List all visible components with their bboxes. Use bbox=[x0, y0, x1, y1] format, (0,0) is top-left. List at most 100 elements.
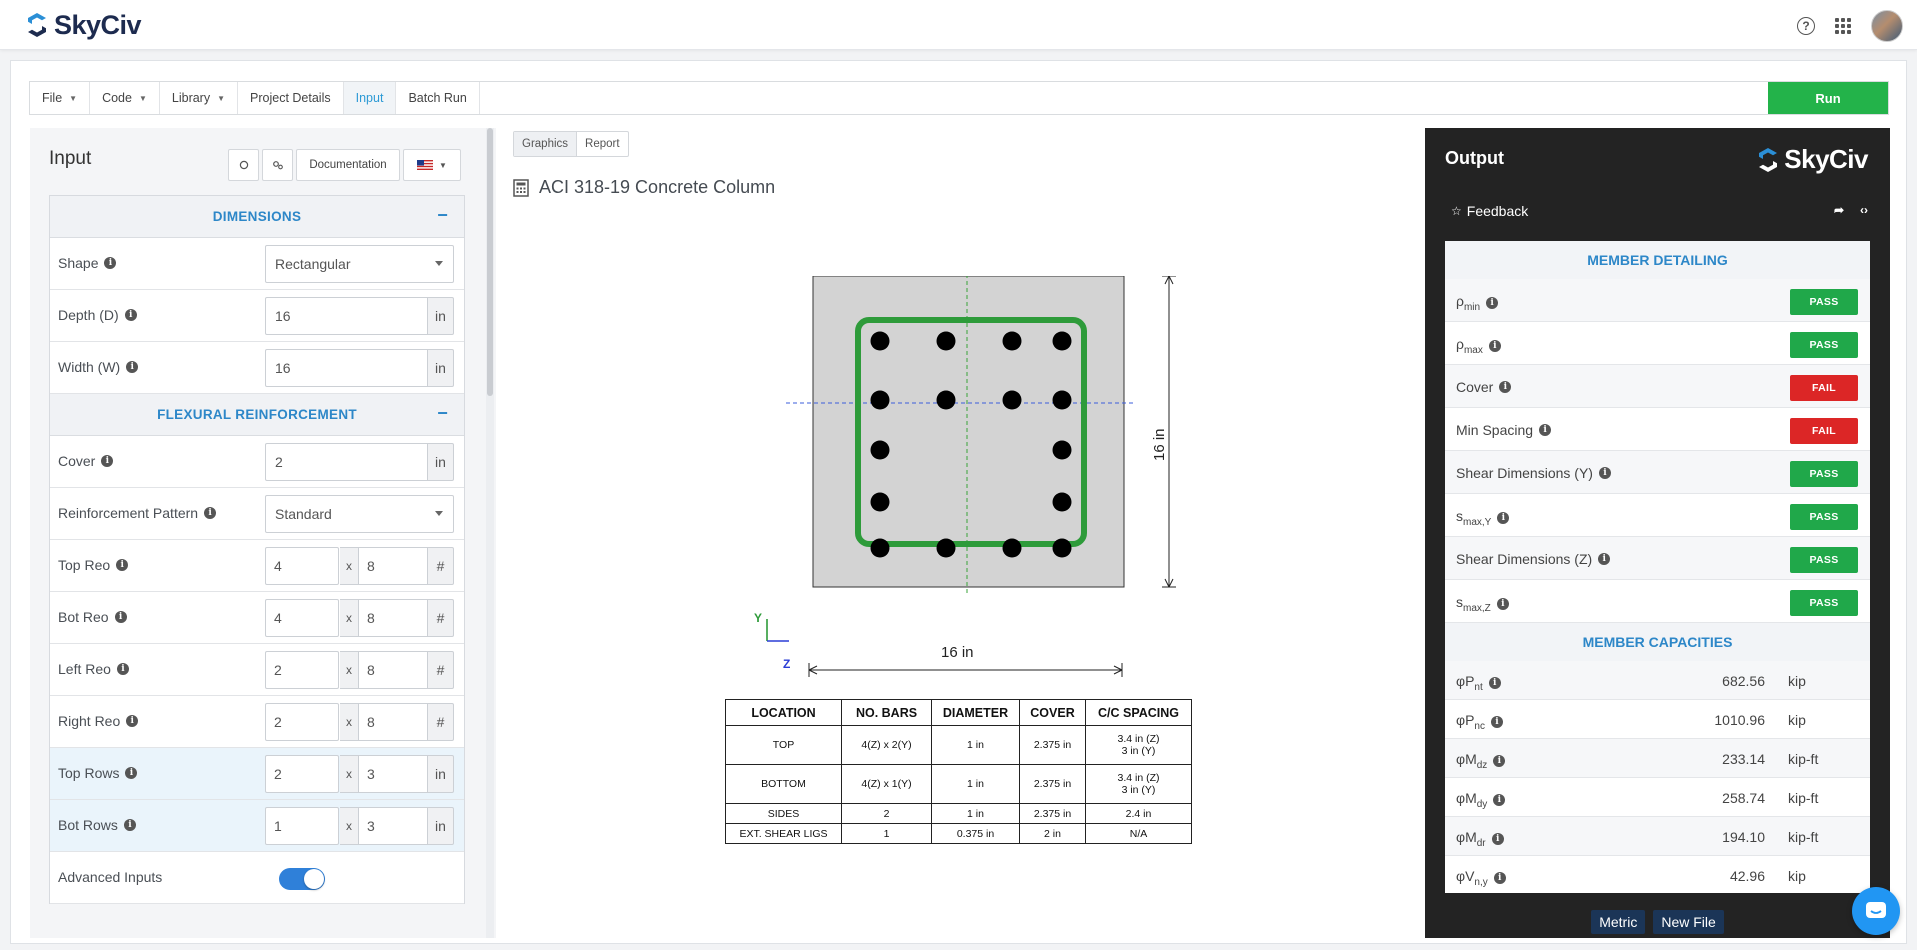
documentation-button[interactable]: Documentation bbox=[296, 149, 400, 181]
info-icon[interactable]: i bbox=[1491, 832, 1504, 845]
info-icon[interactable]: i bbox=[1486, 296, 1499, 309]
menu-label: Library bbox=[171, 91, 211, 105]
units-flag-dropdown[interactable]: ▼ bbox=[403, 149, 461, 181]
cover-input[interactable]: 2 bbox=[265, 443, 428, 481]
output-logo-text: SkyCiv bbox=[1784, 144, 1868, 174]
info-icon[interactable]: i bbox=[104, 257, 117, 269]
check-symbol: ρ bbox=[1456, 293, 1464, 309]
share-icon[interactable]: ➦ bbox=[1834, 203, 1844, 217]
info-icon[interactable]: i bbox=[1493, 871, 1506, 884]
depth-input[interactable]: 16 bbox=[265, 297, 428, 335]
info-icon[interactable]: i bbox=[1499, 381, 1512, 393]
status-badge[interactable]: PASS bbox=[1790, 547, 1858, 573]
cell: 4(Z) x 2(Y) bbox=[841, 725, 932, 765]
info-icon[interactable]: i bbox=[1496, 597, 1509, 610]
top-reo-size-input[interactable]: 8 bbox=[358, 547, 428, 585]
bot-reo-size-input[interactable]: 8 bbox=[358, 599, 428, 637]
info-icon[interactable]: i bbox=[125, 767, 138, 779]
info-icon[interactable]: i bbox=[114, 611, 127, 623]
scroll-thumb[interactable] bbox=[487, 128, 493, 396]
apps-grid-icon[interactable] bbox=[1835, 18, 1851, 34]
info-icon[interactable]: i bbox=[1488, 676, 1501, 689]
info-icon[interactable]: i bbox=[126, 361, 139, 373]
info-icon[interactable]: i bbox=[126, 715, 139, 727]
bot-reo-count-input[interactable]: 4 bbox=[265, 599, 339, 637]
info-icon[interactable]: i bbox=[1493, 754, 1506, 767]
cell: 0.375 in bbox=[931, 823, 1020, 844]
skyciv-logo[interactable]: SkyCiv bbox=[26, 10, 142, 40]
check-label-text: smax,Y bbox=[1456, 508, 1491, 528]
info-icon[interactable]: i bbox=[1493, 793, 1506, 806]
collapse-icon[interactable]: − bbox=[437, 403, 448, 424]
left-reo-size-input[interactable]: 8 bbox=[358, 651, 428, 689]
status-badge[interactable]: PASS bbox=[1790, 332, 1858, 358]
capacity-label: φMdy i bbox=[1456, 790, 1506, 810]
status-badge[interactable]: PASS bbox=[1790, 461, 1858, 487]
info-icon[interactable]: i bbox=[101, 455, 114, 467]
info-icon[interactable]: i bbox=[1490, 715, 1503, 728]
run-button[interactable]: Run bbox=[1768, 82, 1888, 114]
menu-file[interactable]: File ▼ bbox=[30, 82, 91, 114]
cover-row: Cover i 2 in bbox=[50, 436, 464, 488]
status-badge[interactable]: PASS bbox=[1790, 590, 1858, 616]
code-icon[interactable]: ‹› bbox=[1860, 203, 1868, 217]
collapse-icon[interactable]: − bbox=[437, 205, 448, 226]
menu-code[interactable]: Code ▼ bbox=[90, 82, 160, 114]
info-icon[interactable]: i bbox=[123, 819, 136, 831]
status-badge[interactable]: PASS bbox=[1790, 504, 1858, 530]
capacity-symbol-wrap: φMdr bbox=[1456, 829, 1486, 849]
status-badge[interactable]: FAIL bbox=[1790, 375, 1858, 401]
section-dimensions[interactable]: DIMENSIONS − bbox=[50, 196, 464, 238]
bot-rows-spacing-input[interactable]: 3 bbox=[358, 807, 428, 845]
menu-input[interactable]: Input bbox=[343, 82, 397, 114]
shape-select[interactable]: Rectangular bbox=[265, 245, 454, 283]
bot-rows-count-input[interactable]: 1 bbox=[265, 807, 339, 845]
reset-button[interactable] bbox=[228, 149, 259, 181]
pattern-select[interactable]: Standard bbox=[265, 495, 454, 533]
left-reo-count-input[interactable]: 2 bbox=[265, 651, 339, 689]
help-icon[interactable]: ? bbox=[1797, 17, 1815, 35]
tab-graphics[interactable]: Graphics bbox=[514, 132, 578, 156]
cell: 2.375 in bbox=[1019, 803, 1086, 824]
info-icon[interactable]: i bbox=[1598, 553, 1611, 565]
menu-project-details[interactable]: Project Details bbox=[238, 82, 344, 114]
settings-button[interactable] bbox=[262, 149, 293, 181]
menu-bar: File ▼ Code ▼ Library ▼ Project Details Inp… bbox=[29, 81, 1889, 115]
capacity-label: φMdr i bbox=[1456, 829, 1504, 849]
top-reo-count-input[interactable]: 4 bbox=[265, 547, 339, 585]
input-header: Input Documentation ▼ bbox=[30, 128, 496, 190]
width-input[interactable]: 16 bbox=[265, 349, 428, 387]
cell: TOP bbox=[725, 725, 842, 765]
view-tabs: Graphics Report bbox=[513, 131, 629, 157]
info-icon[interactable]: i bbox=[1497, 511, 1510, 524]
times-symbol: x bbox=[340, 547, 358, 585]
menu-library[interactable]: Library ▼ bbox=[160, 82, 239, 114]
info-icon[interactable]: i bbox=[1488, 339, 1501, 352]
input-scrollbar[interactable] bbox=[486, 128, 494, 938]
new-file-button[interactable]: New File bbox=[1653, 910, 1724, 934]
cell: 4(Z) x 1(Y) bbox=[841, 764, 932, 804]
top-rows-count-input[interactable]: 2 bbox=[265, 755, 339, 793]
info-icon[interactable]: i bbox=[204, 507, 217, 519]
info-icon[interactable]: i bbox=[116, 663, 129, 675]
right-reo-size-input[interactable]: 8 bbox=[358, 703, 428, 741]
tab-report[interactable]: Report bbox=[577, 132, 628, 156]
chat-button[interactable] bbox=[1852, 887, 1900, 935]
top-rows-spacing-input[interactable]: 3 bbox=[358, 755, 428, 793]
advanced-inputs-toggle[interactable] bbox=[279, 868, 325, 890]
check-subscript: max,Z bbox=[1463, 602, 1491, 614]
info-icon[interactable]: i bbox=[116, 559, 129, 571]
info-icon[interactable]: i bbox=[124, 309, 137, 321]
status-badge[interactable]: PASS bbox=[1790, 289, 1858, 315]
menu-batch-run[interactable]: Batch Run bbox=[396, 82, 480, 114]
check-label: Shear Dimensions (Z) i bbox=[1456, 551, 1611, 567]
info-icon[interactable]: i bbox=[1539, 424, 1552, 436]
section-flexural-reinforcement[interactable]: FLEXURAL REINFORCEMENT − bbox=[50, 394, 464, 436]
capacity-label: φPnc i bbox=[1456, 712, 1503, 732]
info-icon[interactable]: i bbox=[1598, 467, 1611, 479]
status-badge[interactable]: FAIL bbox=[1790, 418, 1858, 444]
feedback-link[interactable]: ☆ Feedback bbox=[1451, 203, 1528, 219]
user-avatar[interactable] bbox=[1871, 10, 1903, 42]
right-reo-count-input[interactable]: 2 bbox=[265, 703, 339, 741]
metric-button[interactable]: Metric bbox=[1591, 910, 1646, 934]
